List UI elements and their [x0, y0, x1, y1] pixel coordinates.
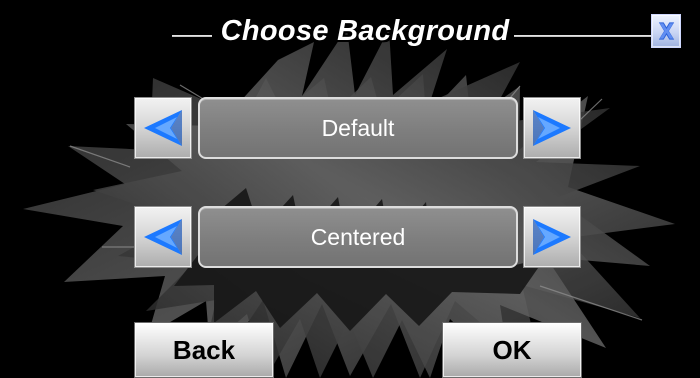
ok-button[interactable]: OK [442, 322, 582, 378]
next-background-button[interactable] [523, 97, 581, 159]
next-position-button[interactable] [523, 206, 581, 268]
chevron-right-icon [533, 110, 571, 146]
title-line-right [514, 35, 652, 37]
close-icon [658, 22, 674, 40]
background-style-value: Default [198, 97, 518, 159]
chevron-left-icon [144, 110, 182, 146]
background-position-value: Centered [198, 206, 518, 268]
chevron-left-icon [144, 219, 182, 255]
page-title: Choose Background [220, 15, 510, 47]
close-button[interactable] [651, 14, 681, 48]
previous-position-button[interactable] [134, 206, 192, 268]
previous-background-button[interactable] [134, 97, 192, 159]
background-splash-art [23, 28, 675, 378]
chevron-right-icon [533, 219, 571, 255]
back-button[interactable]: Back [134, 322, 274, 378]
choose-background-screen: Choose Background Default Centered Back … [0, 0, 700, 378]
